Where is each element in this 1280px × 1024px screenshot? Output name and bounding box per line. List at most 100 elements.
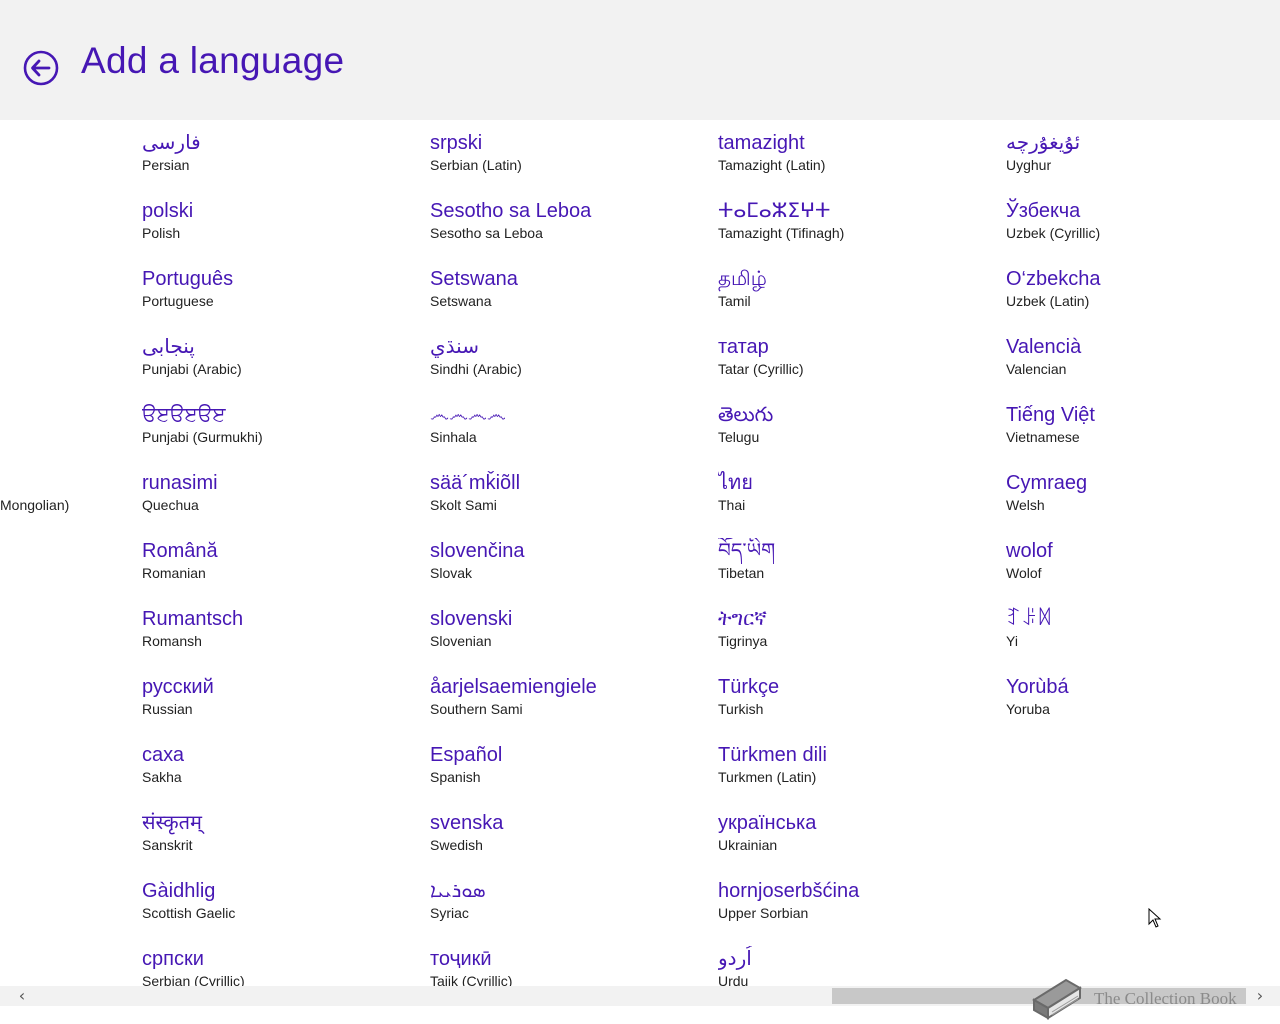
- language-item[interactable]: ئۇيغۇرچە Uyghur: [1006, 130, 1280, 198]
- language-item[interactable]: Ўзбекча Uzbek (Cyrillic): [1006, 198, 1280, 266]
- language-item[interactable]: українська Ukrainian: [718, 810, 998, 878]
- language-native-name: hornjoserbšćina: [718, 880, 860, 902]
- language-item[interactable]: slovenčina Slovak: [430, 538, 710, 606]
- language-item[interactable]: Gàidhlig Scottish Gaelic: [142, 878, 422, 946]
- language-english-name: Sakha: [142, 769, 182, 785]
- language-english-name: Slovenian: [430, 633, 492, 649]
- language-english-name: Skolt Sami: [430, 497, 497, 513]
- book-icon: [1032, 978, 1082, 1020]
- language-item[interactable]: ไทย Thai: [718, 470, 998, 538]
- language-item[interactable]: srpski Serbian (Latin): [430, 130, 710, 198]
- language-item[interactable]: Setswana Setswana: [430, 266, 710, 334]
- language-english-name: Romanian: [142, 565, 206, 581]
- language-item[interactable]: Română Romanian: [142, 538, 422, 606]
- language-item[interactable]: سنڌي Sindhi (Arabic): [430, 334, 710, 402]
- language-item[interactable]: ੳੲੳੲੳੲ Punjabi (Gurmukhi): [142, 402, 422, 470]
- language-item[interactable]: татар Tatar (Cyrillic): [718, 334, 998, 402]
- language-item[interactable]: اُردو Urdu: [718, 946, 998, 986]
- language-item[interactable]: Cymraeg Welsh: [1006, 470, 1280, 538]
- language-native-name: саха: [142, 744, 185, 766]
- language-english-name: Turkish: [718, 701, 764, 717]
- language-item[interactable]: ትግርኛ Tigrinya: [718, 606, 998, 674]
- language-english-name: Thai: [718, 497, 746, 513]
- language-item[interactable]: åarjelsaemiengiele Southern Sami: [430, 674, 710, 742]
- language-native-name: tamazight: [718, 132, 805, 154]
- language-native-name: తెలుగు: [718, 404, 774, 426]
- language-column-4: ئۇيغۇرچە Uyghur Ўзбекча Uzbek (Cyrillic) O‘z…: [1006, 130, 1280, 742]
- language-item[interactable]: саха Sakha: [142, 742, 422, 810]
- language-item[interactable]: slovenski Slovenian: [430, 606, 710, 674]
- language-english-name: Tamazight (Tifinagh): [718, 225, 845, 241]
- language-native-name: slovenčina: [430, 540, 525, 562]
- language-item[interactable]: བོད་ཡིག Tibetan: [718, 538, 998, 606]
- language-native-name: українська: [718, 812, 817, 834]
- language-item[interactable]: runasimi Quechua: [142, 470, 422, 538]
- language-native-name: русский: [142, 676, 214, 698]
- language-english-name: Tigrinya: [718, 633, 768, 649]
- language-native-name: ⵜⴰⵎⴰⵣⵉⵖⵜ: [718, 200, 831, 222]
- language-item[interactable]: Türkmen dili Turkmen (Latin): [718, 742, 998, 810]
- language-english-name: Sanskrit: [142, 837, 193, 853]
- language-item[interactable]: wolof Wolof: [1006, 538, 1280, 606]
- language-english-name: Polish: [142, 225, 181, 241]
- language-english-name: Slovak: [430, 565, 473, 581]
- language-native-name: संस्कृतम्: [142, 812, 203, 834]
- language-item[interactable]: Türkçe Turkish: [718, 674, 998, 742]
- language-item[interactable]: српски Serbian (Cyrillic): [142, 946, 422, 986]
- language-item[interactable]: русский Russian: [142, 674, 422, 742]
- scroll-left-arrow-icon[interactable]: ‹: [12, 986, 32, 1006]
- language-english-name: Welsh: [1006, 497, 1045, 513]
- language-english-name: Wolof: [1006, 565, 1042, 581]
- language-native-name: اُردو: [718, 948, 752, 970]
- language-item[interactable]: پنجابی Punjabi (Arabic): [142, 334, 422, 402]
- language-native-name: svenska: [430, 812, 504, 834]
- language-native-name: sää´mǩiõll: [430, 472, 521, 494]
- language-item[interactable]: Sesotho sa Leboa Sesotho sa Leboa: [430, 198, 710, 266]
- language-item[interactable]: tamazight Tamazight (Latin): [718, 130, 998, 198]
- language-item[interactable]: Español Spanish: [430, 742, 710, 810]
- language-english-name: Uyghur: [1006, 157, 1052, 173]
- language-native-name: Português: [142, 268, 234, 290]
- language-native-name: سنڌي: [430, 336, 479, 358]
- language-item[interactable]: тоҷикӣ Tajik (Cyrillic): [430, 946, 710, 986]
- language-english-name: Russian: [142, 701, 193, 717]
- language-native-name: ෴෴෴෴: [430, 404, 506, 426]
- language-item[interactable]: संस्कृतम् Sanskrit: [142, 810, 422, 878]
- language-item[interactable]: sää´mǩiõll Skolt Sami: [430, 470, 710, 538]
- partial-language-label[interactable]: Mongolian): [0, 497, 69, 513]
- language-item[interactable]: ⵜⴰⵎⴰⵣⵉⵖⵜ Tamazight (Tifinagh): [718, 198, 998, 266]
- language-english-name: Romansh: [142, 633, 202, 649]
- language-item[interactable]: ܣܘܪܝܝܐ Syriac: [430, 878, 710, 946]
- language-native-name: Yorùbá: [1006, 676, 1069, 698]
- language-native-name: Română: [142, 540, 218, 562]
- language-english-name: Tatar (Cyrillic): [718, 361, 804, 377]
- language-english-name: Persian: [142, 157, 190, 173]
- watermark: The Collection Book: [1028, 974, 1268, 1024]
- language-item[interactable]: svenska Swedish: [430, 810, 710, 878]
- language-english-name: Telugu: [718, 429, 760, 445]
- language-item[interactable]: O‘zbekcha Uzbek (Latin): [1006, 266, 1280, 334]
- language-item[interactable]: Tiếng Việt Vietnamese: [1006, 402, 1280, 470]
- language-english-name: Sindhi (Arabic): [430, 361, 522, 377]
- language-item[interactable]: Valencià Valencian: [1006, 334, 1280, 402]
- language-item[interactable]: ෴෴෴෴ Sinhala: [430, 402, 710, 470]
- language-native-name: polski: [142, 200, 194, 222]
- language-item[interactable]: Português Portuguese: [142, 266, 422, 334]
- language-item[interactable]: Yorùbá Yoruba: [1006, 674, 1280, 742]
- language-native-name: Cymraeg: [1006, 472, 1088, 494]
- language-item[interactable]: ꆈꌠꉙ Yi: [1006, 606, 1280, 674]
- language-english-name: Southern Sami: [430, 701, 523, 717]
- back-button[interactable]: [23, 50, 59, 86]
- language-native-name: O‘zbekcha: [1006, 268, 1101, 290]
- language-native-name: åarjelsaemiengiele: [430, 676, 597, 698]
- language-item[interactable]: فارسی Persian: [142, 130, 422, 198]
- language-item[interactable]: తెలుగు Telugu: [718, 402, 998, 470]
- language-item[interactable]: தமிழ் Tamil: [718, 266, 998, 334]
- language-item[interactable]: polski Polish: [142, 198, 422, 266]
- language-english-name: Tibetan: [718, 565, 765, 581]
- language-native-name: татар: [718, 336, 769, 358]
- language-english-name: Sesotho sa Leboa: [430, 225, 543, 241]
- language-item[interactable]: Rumantsch Romansh: [142, 606, 422, 674]
- language-english-name: Serbian (Cyrillic): [142, 973, 245, 986]
- language-item[interactable]: hornjoserbšćina Upper Sorbian: [718, 878, 998, 946]
